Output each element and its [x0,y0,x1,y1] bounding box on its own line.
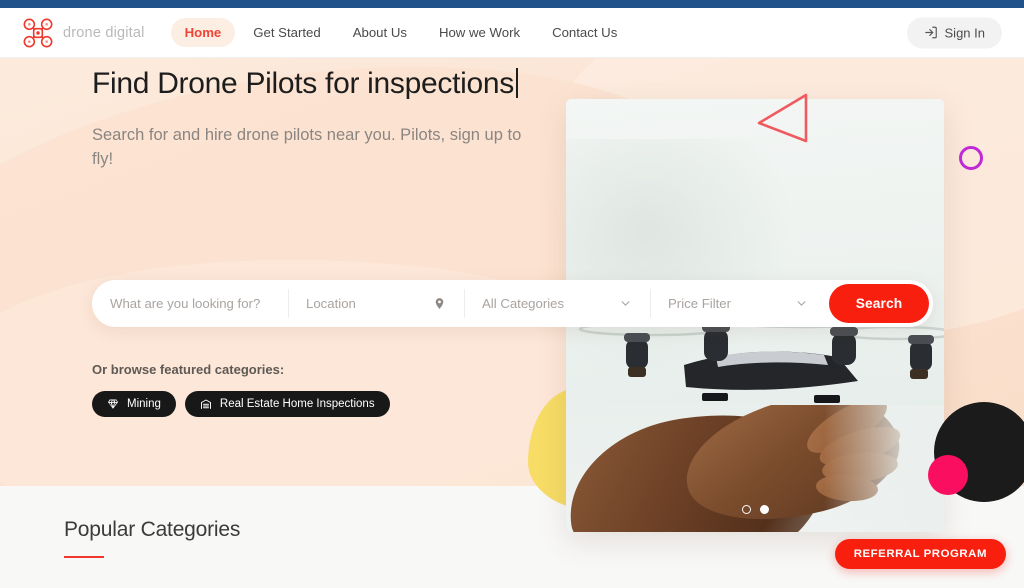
chevron-down-icon [621,301,630,306]
search-category-value: All Categories [482,296,565,311]
page-root: drone digital Home Get Started About Us … [0,0,1024,588]
search-location-placeholder: Location [306,296,356,311]
section-title-underline [64,556,104,558]
hero-subheadline: Search for and hire drone pilots near yo… [92,126,522,169]
gem-icon [108,399,118,409]
nav-item-how-we-work[interactable]: How we Work [425,18,534,47]
search-keyword-placeholder: What are you looking for? [110,296,261,311]
search-submit-button[interactable]: Search [829,284,929,323]
search-location-field[interactable]: Location [288,280,464,327]
nav-item-contact-us[interactable]: Contact Us [538,18,631,47]
sign-in-button[interactable]: Sign In [906,17,1002,48]
featured-categories-label: Or browse featured categories: [92,362,285,377]
referral-program-button[interactable]: REFERRAL PROGRAM [834,539,1006,569]
nav-links: Home Get Started About Us How we Work Co… [170,18,632,47]
featured-category-chips: Mining Real Estate Home Inspections [92,391,390,417]
pink-circle-decor [928,455,968,495]
popular-categories-title: Popular Categories [64,518,241,541]
hero-search-bar: What are you looking for? Location All C… [92,280,933,327]
featured-categories: Or browse featured categories: Mining Re… [92,362,390,417]
login-icon [924,26,937,39]
search-price-select[interactable]: Price Filter [650,280,826,327]
sign-in-label: Sign In [944,25,985,40]
chevron-down-icon [797,301,806,306]
hero-copy: Find Drone Pilots for inspections Search… [92,66,562,172]
category-chip-real-estate[interactable]: Real Estate Home Inspections [184,391,390,417]
category-chip-mining[interactable]: Mining [92,391,176,417]
purple-circle-decor-icon [959,146,983,170]
carousel-dot-2-active[interactable] [759,505,769,514]
carousel-dot-1[interactable] [741,505,751,514]
top-navigation-bar: drone digital Home Get Started About Us … [0,8,1024,58]
brand-logo[interactable]: drone digital [22,17,145,49]
nav-item-about-us[interactable]: About Us [339,18,421,47]
hero-carousel-dots [566,505,944,514]
typing-caret-icon [515,68,518,98]
category-chip-real-estate-label: Real Estate Home Inspections [219,398,375,410]
drone-logo-icon [23,18,53,47]
search-price-value: Price Filter [668,296,732,311]
category-chip-mining-label: Mining [127,398,161,410]
search-keyword-field[interactable]: What are you looking for? [92,280,288,327]
map-pin-icon [435,298,444,309]
hero-headline-text: Find Drone Pilots for inspections [92,67,514,100]
hero-headline: Find Drone Pilots for inspections [92,66,562,102]
browser-chrome-bar [0,0,1024,8]
nav-item-get-started[interactable]: Get Started [239,18,334,47]
nav-item-home[interactable]: Home [170,18,236,47]
triangle-outline-decor-icon [757,93,808,143]
search-category-select[interactable]: All Categories [464,280,650,327]
warehouse-icon [200,399,211,409]
brand-name: drone digital [63,24,145,41]
